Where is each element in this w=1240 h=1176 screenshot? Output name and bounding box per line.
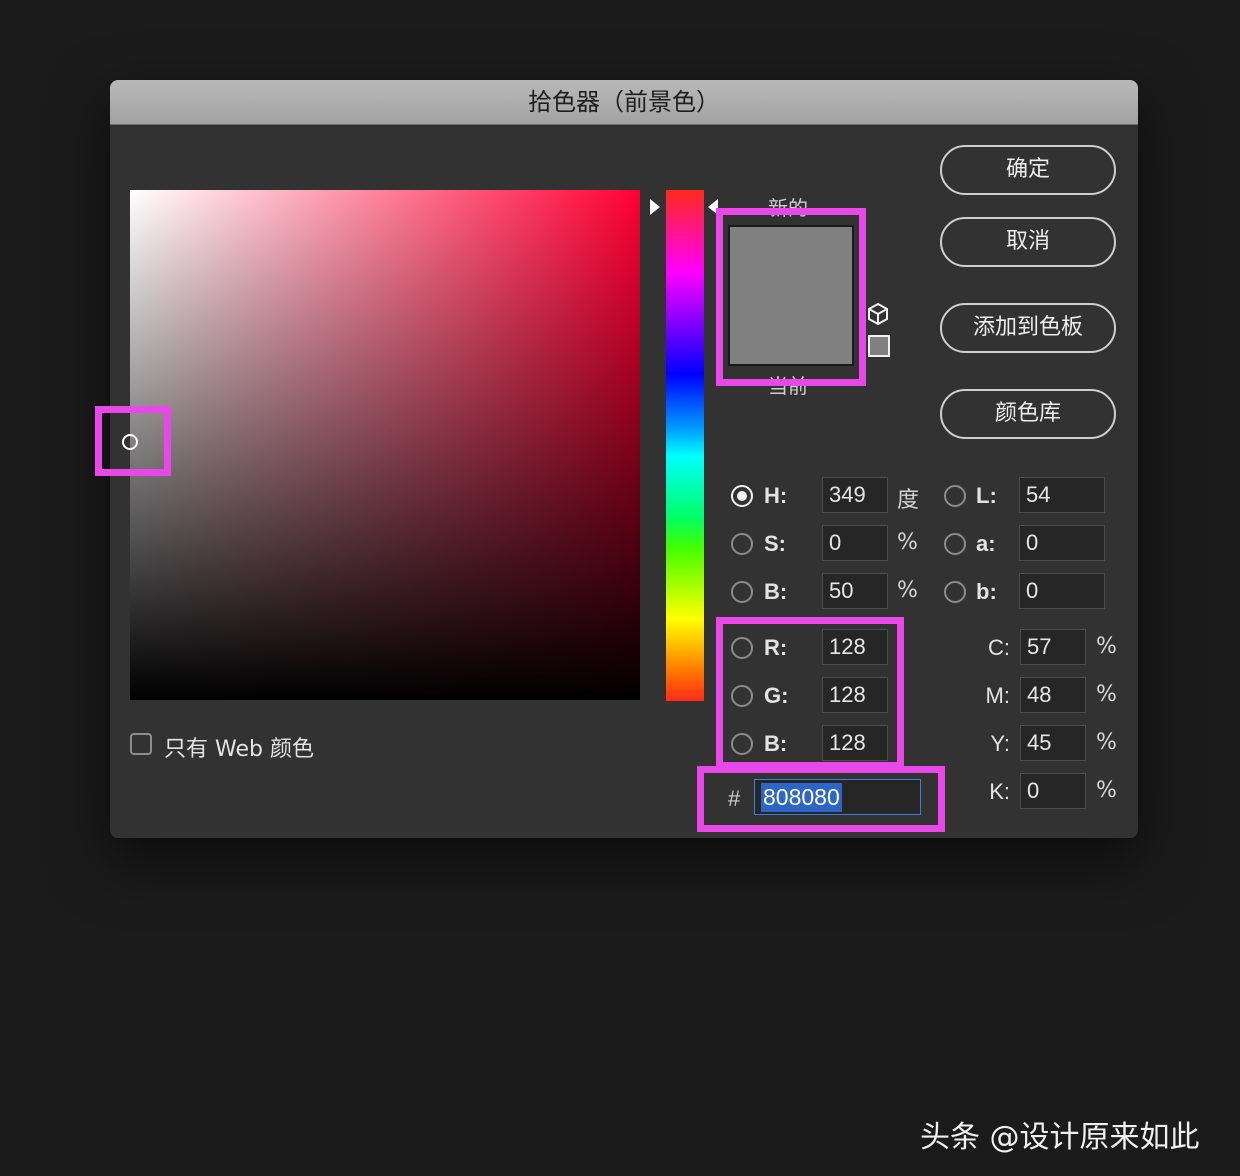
color-field[interactable] xyxy=(122,190,640,700)
add-to-swatches-button[interactable]: 添加到色板 xyxy=(940,303,1116,353)
y-input[interactable]: 45 xyxy=(1020,725,1086,761)
hue-slider[interactable] xyxy=(666,190,704,701)
m-unit: % xyxy=(1096,682,1117,707)
color-picker-dialog: 拾色器（前景色） 新的 当前 确定 取消 添加到色板 颜色库 H: 349 度 … xyxy=(110,80,1138,838)
s-label: S: xyxy=(764,531,786,556)
k-input[interactable]: 0 xyxy=(1020,773,1086,809)
l-input[interactable]: 54 xyxy=(1019,477,1105,513)
c-input[interactable]: 57 xyxy=(1020,629,1086,665)
s-input[interactable]: 0 xyxy=(822,525,888,561)
radio-h[interactable] xyxy=(731,485,753,507)
radio-l[interactable] xyxy=(944,485,966,507)
color-libraries-button[interactable]: 颜色库 xyxy=(940,389,1116,439)
highlight-hex-field xyxy=(697,766,945,832)
k-unit: % xyxy=(1096,778,1117,803)
h-label: H: xyxy=(764,483,788,508)
b-brightness-unit: % xyxy=(897,578,918,603)
a-label: a: xyxy=(976,531,996,556)
radio-s[interactable] xyxy=(731,533,753,555)
radio-b-brightness[interactable] xyxy=(731,581,753,603)
ok-button[interactable]: 确定 xyxy=(940,145,1116,195)
highlight-field-cursor xyxy=(95,406,171,476)
cancel-button[interactable]: 取消 xyxy=(940,217,1116,267)
b-lab-input[interactable]: 0 xyxy=(1019,573,1105,609)
highlight-color-swatch xyxy=(716,208,866,386)
c-label: C: xyxy=(988,635,1010,660)
m-label: M: xyxy=(985,683,1010,708)
y-label: Y: xyxy=(990,731,1010,756)
a-input[interactable]: 0 xyxy=(1019,525,1105,561)
cube-icon[interactable] xyxy=(867,302,889,326)
radio-b-lab[interactable] xyxy=(944,581,966,603)
l-label: L: xyxy=(976,483,997,508)
dialog-title: 拾色器（前景色） xyxy=(110,80,1138,125)
web-safe-swatch[interactable] xyxy=(868,335,890,357)
radio-a[interactable] xyxy=(944,533,966,555)
hue-slider-handle-left[interactable] xyxy=(650,199,660,215)
h-input[interactable]: 349 xyxy=(822,477,888,513)
b-lab-label: b: xyxy=(976,579,997,604)
web-only-checkbox[interactable] xyxy=(130,733,152,755)
watermark-text: 头条 @设计原来如此 xyxy=(920,1120,1200,1155)
y-unit: % xyxy=(1096,730,1117,755)
highlight-rgb-fields xyxy=(716,617,904,769)
s-unit: % xyxy=(897,530,918,555)
c-unit: % xyxy=(1096,634,1117,659)
b-brightness-input[interactable]: 50 xyxy=(822,573,888,609)
m-input[interactable]: 48 xyxy=(1020,677,1086,713)
k-label: K: xyxy=(989,779,1010,804)
b-brightness-label: B: xyxy=(764,579,788,604)
h-unit: 度 xyxy=(897,488,920,513)
web-only-label: 只有 Web 颜色 xyxy=(164,737,314,762)
